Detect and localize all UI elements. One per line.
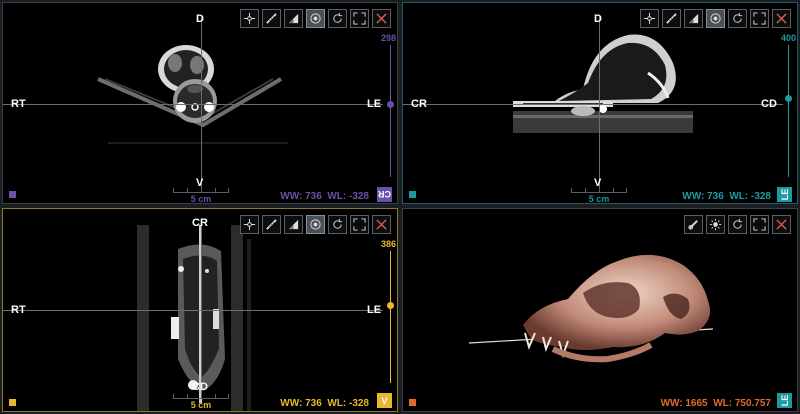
axial-toolbar (240, 9, 391, 28)
close-icon[interactable] (772, 9, 791, 28)
slice-slider[interactable] (788, 45, 789, 177)
viewport-axial[interactable]: D V RT LE 298 5 cm WW: 736 WL: -328 CR (2, 2, 398, 204)
orientation-top: CR (192, 217, 208, 229)
orientation-right: CD (761, 98, 777, 110)
viewport-color-marker (409, 191, 416, 198)
slice-slider[interactable] (390, 251, 391, 383)
window-level-readout: WW: 736 WL: -328 (280, 398, 369, 409)
ruler-icon[interactable] (662, 9, 681, 28)
viewport-sagittal[interactable]: D V CR CD 400 5 cm WW: 736 WL: -328 LE (402, 2, 798, 204)
close-icon[interactable] (372, 215, 391, 234)
window-level-readout: WW: 1665 WL: 750.757 (660, 398, 771, 409)
viewport-color-marker (9, 399, 16, 406)
reset-icon[interactable] (728, 9, 747, 28)
crosshair-horizontal[interactable] (3, 310, 383, 311)
slice-number: 298 (380, 33, 396, 43)
orientation-badge[interactable]: CR (377, 187, 392, 202)
orientation-left: CR (411, 98, 427, 110)
orientation-top: D (594, 13, 602, 25)
slice-slider-knob[interactable] (387, 302, 394, 309)
scale-label: 5 cm (588, 194, 610, 204)
orientation-right: LE (367, 304, 382, 316)
maximize-icon[interactable] (750, 9, 769, 28)
slice-slider-knob[interactable] (387, 101, 394, 108)
scale-label: 5 cm (190, 400, 212, 410)
crosshair-icon[interactable] (240, 9, 259, 28)
reset-icon[interactable] (728, 215, 747, 234)
window-level-readout: WW: 736 WL: -328 (682, 191, 771, 202)
crosshair-icon[interactable] (240, 215, 259, 234)
crosshair-vertical[interactable] (201, 223, 202, 395)
orientation-top: D (196, 13, 204, 25)
crosshair-vertical[interactable] (201, 17, 202, 189)
preset-icon[interactable] (684, 215, 703, 234)
orientation-badge[interactable]: V (377, 393, 392, 408)
viewport-coronal[interactable]: CR CD RT LE 386 5 cm WW: 736 WL: -328 V (2, 208, 398, 412)
window-level-icon[interactable] (284, 9, 303, 28)
crosshair-icon[interactable] (640, 9, 659, 28)
viewport-color-marker (9, 191, 16, 198)
crosshair-horizontal[interactable] (403, 104, 783, 105)
orientation-left: RT (11, 304, 26, 316)
viewport-3d-volume[interactable]: WW: 1665 WL: 750.757 LE (402, 208, 798, 412)
crosshair-horizontal[interactable] (3, 104, 383, 105)
scroll-icon[interactable] (306, 9, 325, 28)
crosshair-vertical[interactable] (599, 17, 600, 189)
orientation-badge[interactable]: LE (777, 187, 792, 202)
orientation-right: LE (367, 98, 382, 110)
scale-label: 5 cm (190, 194, 212, 204)
volume-toolbar (684, 215, 791, 234)
close-icon[interactable] (772, 215, 791, 234)
slice-slider[interactable] (390, 45, 391, 177)
reset-icon[interactable] (328, 9, 347, 28)
ruler-icon[interactable] (262, 9, 281, 28)
orientation-cube-badge[interactable]: LE (777, 393, 792, 408)
slice-number: 386 (380, 239, 396, 249)
viewport-color-marker (409, 399, 416, 406)
slice-slider-knob[interactable] (785, 95, 792, 102)
3d-volume-rendering (468, 254, 714, 363)
sagittal-toolbar (640, 9, 791, 28)
scroll-icon[interactable] (306, 215, 325, 234)
window-level-icon[interactable] (284, 215, 303, 234)
close-icon[interactable] (372, 9, 391, 28)
slice-number: 400 (780, 33, 796, 43)
window-level-icon[interactable] (684, 9, 703, 28)
coronal-toolbar (240, 215, 391, 234)
ruler-icon[interactable] (262, 215, 281, 234)
brightness-icon[interactable] (706, 215, 725, 234)
maximize-icon[interactable] (350, 9, 369, 28)
reset-icon[interactable] (328, 215, 347, 234)
scroll-icon[interactable] (706, 9, 725, 28)
maximize-icon[interactable] (750, 215, 769, 234)
maximize-icon[interactable] (350, 215, 369, 234)
orientation-left: RT (11, 98, 26, 110)
window-level-readout: WW: 736 WL: -328 (280, 191, 369, 202)
